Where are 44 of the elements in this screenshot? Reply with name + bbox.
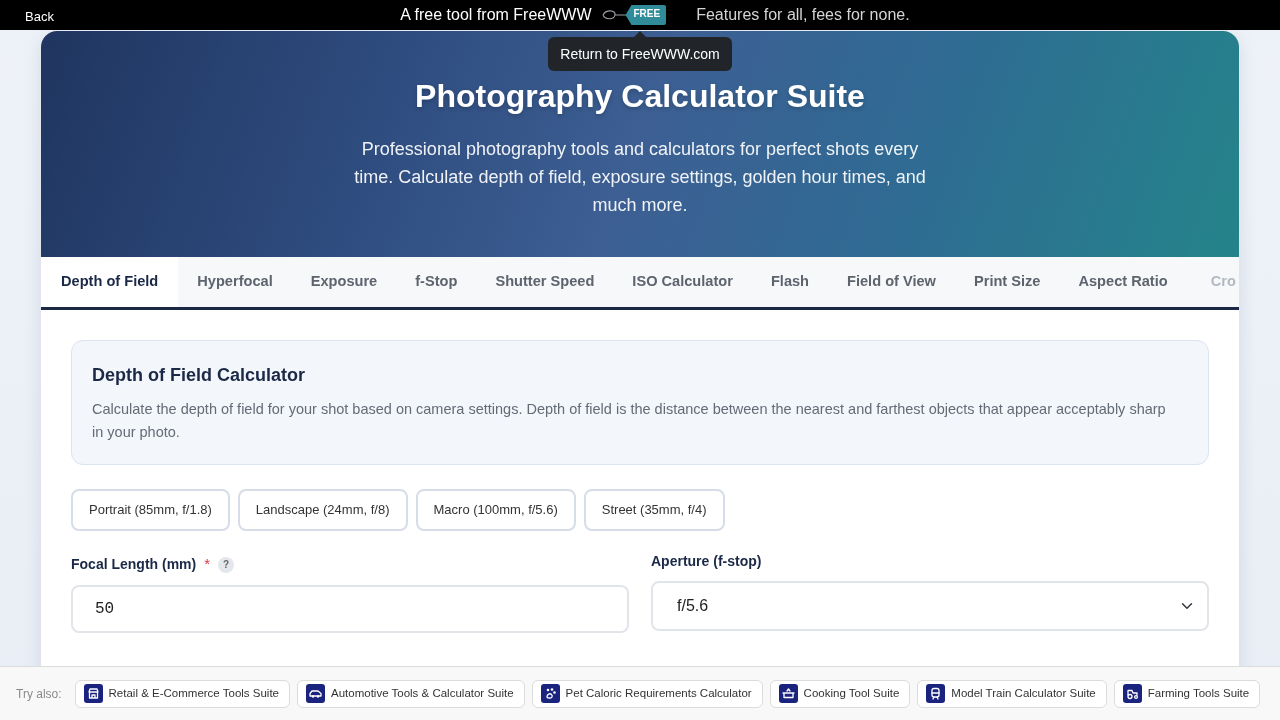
tab[interactable]: f-Stop: [396, 257, 477, 307]
try-also-label: Try also:: [16, 685, 62, 703]
suite-link[interactable]: Farming Tools Suite: [1113, 679, 1261, 708]
tab[interactable]: Hyperfocal: [178, 257, 292, 307]
preset-button[interactable]: Macro (100mm, f/5.6): [415, 488, 576, 531]
string-loop-icon: [601, 9, 626, 21]
field-label: Aperture (f-stop): [651, 552, 762, 572]
car-icon: [306, 684, 325, 703]
train-icon: [926, 684, 946, 703]
tab[interactable]: Field of View: [828, 257, 955, 307]
page-title: Photography Calculator Suite: [414, 77, 866, 116]
calculator-description: Calculate the depth of field for your shot based on camera settings. Depth of field is the distance between the nearest and farthest objects that appear acceptably sharp in your photo.: [92, 399, 1167, 442]
preset-button[interactable]: Landscape (24mm, f/8): [237, 488, 408, 531]
tagline-text: Features for all, fees for none.: [696, 5, 910, 25]
tab[interactable]: Depth of Field: [41, 257, 179, 307]
free-tag[interactable]: FREE: [625, 5, 667, 25]
tractor-icon: [1122, 684, 1142, 703]
aperture-select[interactable]: f/5.6: [651, 580, 1209, 631]
paw-icon: [540, 684, 560, 703]
tab[interactable]: Print Size: [954, 257, 1060, 307]
calculator-title: Depth of Field Calculator: [92, 365, 306, 387]
preset-button[interactable]: Street (35mm, f/4): [583, 488, 725, 531]
field-label: Focal Length (mm): [71, 555, 197, 575]
tooltip-arrow-icon: [634, 31, 646, 37]
tab[interactable]: ISO Calculator: [613, 257, 752, 307]
suite-link[interactable]: Automotive Tools & Calculator Suite: [297, 679, 525, 708]
preset-button[interactable]: Portrait (85mm, f/1.8): [71, 488, 230, 531]
required-mark: *: [204, 554, 211, 575]
suite-link[interactable]: Retail & E-Commerce Tools Suite: [74, 679, 290, 708]
suite-link[interactable]: Pet Caloric Requirements Calculator: [531, 679, 763, 708]
tab[interactable]: Shutter Speed: [476, 257, 614, 307]
tab[interactable]: Aspect Ratio: [1059, 257, 1187, 307]
back-link[interactable]: Back: [25, 7, 54, 27]
pot-icon: [778, 684, 798, 703]
tab[interactable]: Flash: [751, 257, 829, 307]
page-subtitle: Professional photography tools and calculators for perfect shots every time. Calculate depth of field, exposure settings, golden hour times, and much more.: [353, 138, 927, 218]
suite-link[interactable]: Model Train Calculator Suite: [917, 679, 1107, 708]
suite-link[interactable]: Cooking Tool Suite: [769, 679, 911, 708]
tooltip: Return to FreeWWW.com: [548, 37, 732, 71]
focal-length-field[interactable]: 50: [71, 584, 629, 633]
tagline-text: A free tool from FreeWWW: [400, 5, 592, 25]
help-icon[interactable]: ?: [218, 556, 235, 573]
tab[interactable]: Exposure: [291, 257, 397, 307]
store-icon: [83, 684, 103, 703]
